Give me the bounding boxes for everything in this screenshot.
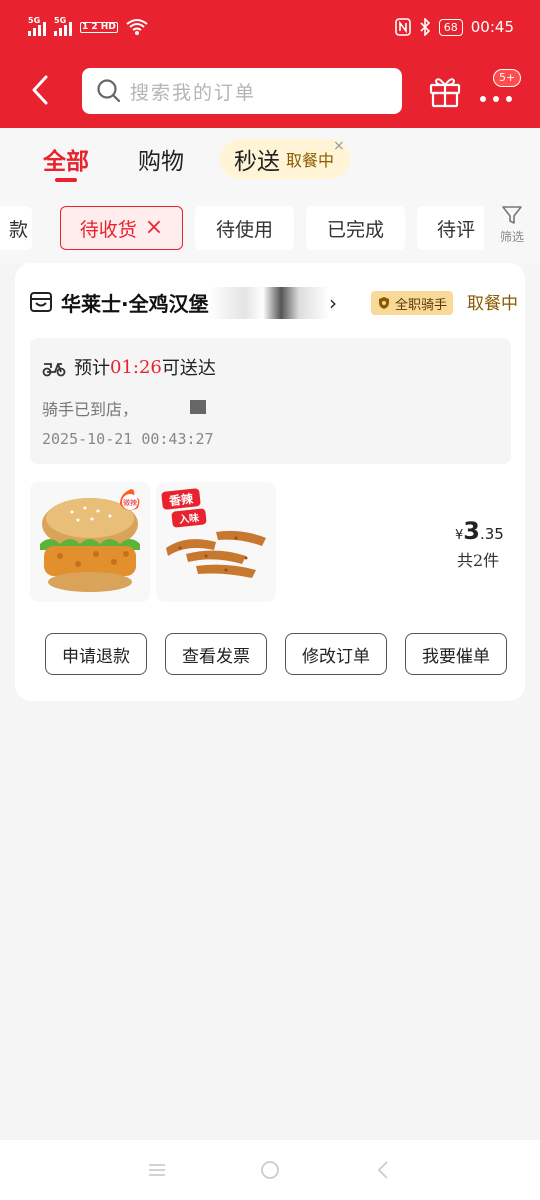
order-price: ¥3.35 bbox=[455, 517, 504, 545]
clock: 00:45 bbox=[470, 18, 514, 36]
chip-to-use[interactable]: 待使用 bbox=[195, 206, 294, 250]
search-placeholder: 搜索我的订单 bbox=[130, 81, 257, 104]
store-name[interactable]: 华莱士·全鸡汉堡 bbox=[61, 288, 209, 317]
chip-label: 待使用 bbox=[215, 218, 273, 241]
home-circle-icon bbox=[261, 1161, 279, 1179]
delivery-info[interactable]: 预计 01:26 可送达 骑手已到店， 2025-10-21 00:43:27 bbox=[30, 338, 511, 464]
close-icon[interactable]: × bbox=[333, 138, 345, 154]
wifi-icon bbox=[126, 19, 148, 35]
view-invoice-button[interactable]: 查看发票 bbox=[165, 633, 267, 675]
tab-instant-delivery-status: 取餐中 bbox=[286, 151, 335, 170]
search-input[interactable]: 搜索我的订单 bbox=[82, 68, 402, 114]
back-triangle-icon bbox=[378, 1161, 388, 1179]
item-image-burger[interactable]: 微辣 bbox=[30, 482, 150, 602]
chip-awaiting-receipt[interactable]: 待收货 × bbox=[60, 206, 183, 250]
signal-2-label: 5G bbox=[54, 16, 67, 25]
store-icon bbox=[30, 292, 52, 312]
signal-1-icon: 5G bbox=[28, 16, 46, 36]
request-refund-button[interactable]: 申请退款 bbox=[45, 633, 147, 675]
item-image-wedges[interactable]: 香辣 入味 bbox=[156, 482, 276, 602]
chip-completed[interactable]: 已完成 bbox=[306, 206, 405, 250]
hd-indicator: 1 2 HD bbox=[80, 21, 118, 33]
menu-nav-button[interactable] bbox=[137, 1150, 177, 1190]
tab-shopping[interactable]: 购物 bbox=[138, 142, 184, 176]
eta-row: 预计 01:26 可送达 bbox=[42, 354, 216, 380]
signal-1-label: 5G bbox=[28, 16, 41, 25]
system-nav-bar bbox=[0, 1140, 540, 1200]
gift-icon[interactable] bbox=[428, 74, 462, 108]
app-header: 5G 5G 1 2 HD 68 00:45 搜索我的订单 bbox=[0, 0, 540, 128]
signal-2-icon: 5G bbox=[54, 16, 72, 36]
chip-label: 待收货 bbox=[79, 218, 137, 241]
nfc-icon bbox=[394, 18, 411, 36]
tab-underline bbox=[55, 178, 77, 182]
tab-instant-delivery-label: 秒送 bbox=[234, 149, 280, 175]
home-nav-button[interactable] bbox=[250, 1150, 290, 1190]
bluetooth-icon bbox=[420, 18, 430, 36]
filter-label: 筛选 bbox=[499, 230, 524, 244]
eta-suffix: 可送达 bbox=[161, 358, 216, 379]
order-status: 取餐中 bbox=[467, 294, 518, 314]
price-decimal: .35 bbox=[479, 525, 504, 543]
shield-icon bbox=[379, 297, 389, 309]
rider-tag-label: 全职骑手 bbox=[395, 297, 448, 313]
funnel-icon bbox=[502, 206, 522, 224]
search-icon bbox=[97, 79, 121, 103]
item-tag-spicy: 香辣 bbox=[167, 491, 194, 509]
chip-pending-payment[interactable]: 款 bbox=[0, 206, 32, 250]
tab-instant-delivery[interactable]: 秒送 取餐中 bbox=[220, 139, 350, 179]
item-count: 共2件 bbox=[457, 551, 500, 570]
toolbar: 搜索我的订单 bbox=[0, 66, 540, 114]
redaction-mask bbox=[190, 400, 206, 414]
notification-badge: 5+ bbox=[493, 69, 522, 87]
category-tabs: 全部 购物 秒送 取餐中 × bbox=[0, 138, 540, 192]
rider-info: 骑手已到店， bbox=[42, 400, 139, 419]
store-row: 华莱士·全鸡汉堡 › 全职骑手 取餐中 bbox=[29, 285, 519, 319]
menu-icon bbox=[148, 1164, 165, 1176]
status-bar: 5G 5G 1 2 HD 68 00:45 bbox=[28, 14, 514, 40]
chevron-right-icon[interactable]: › bbox=[329, 291, 337, 315]
order-card[interactable]: 华莱士·全鸡汉堡 › 全职骑手 取餐中 预计 01:26 可送达 骑手已到店， … bbox=[15, 263, 525, 701]
filter-chips: 款 待收货 × 待使用 已完成 待评 bbox=[0, 206, 540, 250]
eta-time: 01:26 bbox=[110, 356, 162, 378]
battery-indicator: 68 bbox=[438, 18, 463, 36]
close-icon[interactable]: × bbox=[145, 217, 163, 239]
filter-button[interactable]: 筛选 bbox=[484, 204, 540, 254]
modify-order-button[interactable]: 修改订单 bbox=[285, 633, 387, 675]
burger-image: 微辣 bbox=[40, 489, 140, 592]
price-integer: 3 bbox=[463, 517, 480, 545]
tab-all[interactable]: 全部 bbox=[43, 142, 89, 176]
chip-label: 已完成 bbox=[326, 218, 384, 241]
eta-prefix: 预计 bbox=[74, 358, 110, 379]
redaction-mask bbox=[209, 287, 329, 319]
back-icon[interactable] bbox=[26, 74, 56, 106]
rider-tag: 全职骑手 bbox=[371, 291, 454, 315]
urge-order-button[interactable]: 我要催单 bbox=[405, 633, 507, 675]
back-nav-button[interactable] bbox=[363, 1150, 403, 1190]
order-timestamp: 2025-10-21 00:43:27 bbox=[42, 430, 214, 448]
chip-label: 款 bbox=[8, 218, 28, 241]
item-tag-mild-spicy: 微辣 bbox=[123, 498, 137, 507]
chip-label: 待评 bbox=[437, 218, 476, 241]
scooter-icon bbox=[42, 363, 66, 377]
wedges-image: 香辣 入味 bbox=[161, 488, 266, 578]
